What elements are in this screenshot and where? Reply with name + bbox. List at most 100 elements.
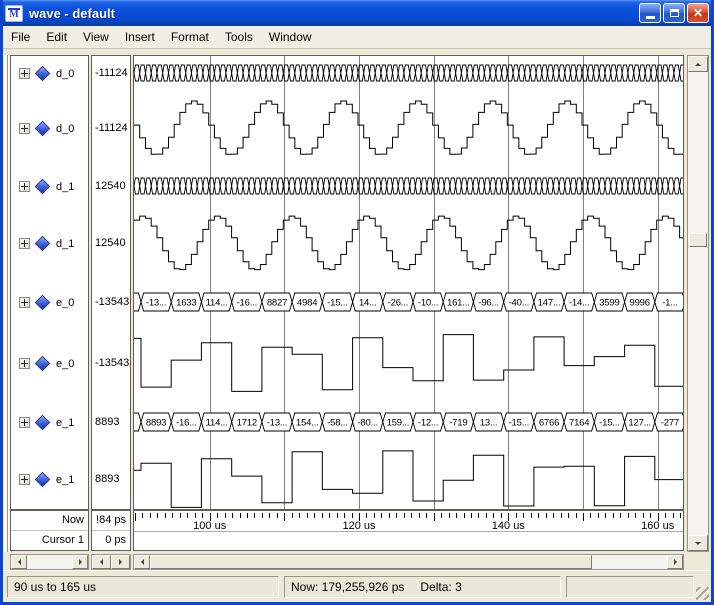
values-horizontal-scrollbar[interactable] [91, 554, 131, 570]
resize-grip-icon[interactable] [696, 587, 709, 600]
now-value: !84 ps [92, 511, 130, 530]
ruler-label: 100 us [193, 520, 227, 532]
bus-value-label: 114... [206, 418, 228, 429]
vertical-scrollbar[interactable] [687, 55, 709, 552]
bus-value-label: 161... [447, 298, 470, 309]
vertical-scroll-track[interactable] [688, 72, 708, 535]
cursor1-label[interactable]: Cursor 1 [11, 531, 88, 550]
signal-row-e_0[interactable]: e_0 [11, 355, 88, 372]
signal-row-d_0[interactable]: d_0 [11, 65, 88, 82]
bus-value-label: 7164 [569, 418, 589, 429]
signal-diamond-icon [35, 472, 51, 488]
arrow-right-icon [79, 559, 82, 565]
wave-horizontal-scrollbar[interactable] [133, 554, 684, 570]
modelsim-window-icon[interactable]: M [5, 5, 23, 22]
maximize-button[interactable] [663, 3, 685, 23]
signal-row-d_0[interactable]: d_0 [11, 120, 88, 137]
horizontal-scroll-thumb[interactable] [150, 555, 592, 569]
scroll-down-button[interactable] [688, 535, 708, 551]
signal-value: 8893 [92, 414, 130, 431]
menu-item-file[interactable]: File [3, 27, 38, 47]
titlebar[interactable]: M wave - default ✕ [0, 0, 714, 26]
menu-item-insert[interactable]: Insert [117, 27, 163, 47]
status-empty-panel [566, 576, 694, 598]
scroll-right-button[interactable] [667, 555, 683, 569]
signal-names-pane[interactable]: d_0 d_0 d_1 d_1 e_0 e_0 e_1 e_1 [10, 55, 89, 510]
bus-value-label: 1712 [237, 418, 257, 429]
signal-value: 8893 [92, 471, 130, 488]
timeline-ruler-box[interactable]: 100 us120 us140 us160 us [133, 510, 684, 551]
cursor1-value: 0 ps [92, 531, 130, 550]
scroll-track[interactable] [27, 555, 72, 569]
status-now: Now: 179,255,926 ps [291, 580, 404, 594]
expand-plus-icon[interactable] [19, 297, 30, 308]
menu-item-format[interactable]: Format [163, 27, 217, 47]
ruler-label: 160 us [641, 520, 675, 532]
expand-plus-icon[interactable] [19, 417, 30, 428]
window-title: wave - default [29, 6, 637, 21]
signal-name: d_1 [56, 238, 74, 250]
signal-diamond-icon [35, 121, 51, 137]
signal-row-d_1[interactable]: d_1 [11, 235, 88, 252]
expand-plus-icon[interactable] [19, 474, 30, 485]
expand-plus-icon[interactable] [19, 181, 30, 192]
scroll-right-button[interactable] [111, 555, 130, 569]
expand-plus-icon[interactable] [19, 68, 30, 79]
bus-value-box [134, 293, 141, 311]
signal-row-e_0[interactable]: e_0 [11, 294, 88, 311]
scroll-up-button[interactable] [688, 56, 708, 72]
scroll-left-button[interactable] [134, 555, 150, 569]
bus-value-label: 159... [387, 418, 410, 429]
timeline-ruler[interactable]: 100 us120 us140 us160 us [134, 511, 683, 550]
menu-item-tools[interactable]: Tools [217, 27, 261, 47]
arrow-right-icon [674, 559, 677, 565]
vertical-scroll-thumb[interactable] [689, 233, 707, 247]
signal-value: -13543 [92, 294, 130, 311]
bus-value-label: -96... [478, 298, 498, 309]
signal-row-e_1[interactable]: e_1 [11, 471, 88, 488]
bus-value-label: 3599 [599, 298, 619, 309]
expand-plus-icon[interactable] [19, 358, 30, 369]
client-area: d_0d_0d_1d_1e_0e_0e_1e_1 -11124-11124125… [3, 49, 711, 570]
bus-value-label: -58... [327, 418, 347, 429]
names-horizontal-scrollbar[interactable] [10, 554, 89, 570]
bus-value-label: -15... [509, 418, 529, 429]
dense-bus-wave [134, 178, 683, 194]
analog-sine-wave [134, 101, 683, 154]
scroll-track[interactable] [592, 555, 667, 569]
signal-diamond-icon [35, 295, 51, 311]
close-button[interactable]: ✕ [687, 3, 709, 23]
expand-plus-icon[interactable] [19, 123, 30, 134]
menu-item-edit[interactable]: Edit [38, 27, 75, 47]
status-now-delta: Now: 179,255,926 ps Delta: 3 [284, 576, 561, 598]
menu-item-window[interactable]: Window [261, 27, 320, 47]
ruler-label: 120 us [342, 520, 376, 532]
signal-row-e_1[interactable]: e_1 [11, 414, 88, 431]
scroll-left-button[interactable] [11, 555, 27, 569]
cursor-names-box: Now Cursor 1 [10, 510, 89, 551]
maximize-icon [670, 9, 679, 17]
signal-diamond-icon [35, 356, 51, 372]
menu-item-view[interactable]: View [75, 27, 117, 47]
waveform-pane[interactable]: -13...1633114...-16...88274984-15...14..… [133, 55, 684, 510]
signal-value: -13543 [92, 355, 130, 372]
bus-value-label: -15... [327, 298, 347, 309]
signal-value: -11124 [92, 120, 130, 137]
signal-name: d_0 [56, 123, 74, 135]
signal-row-d_1[interactable]: d_1 [11, 178, 88, 195]
bus-value-label: -14... [569, 298, 589, 309]
status-range: 90 us to 165 us [7, 576, 279, 598]
scroll-right-button[interactable] [72, 555, 88, 569]
bus-value-label: 1633 [176, 298, 196, 309]
signal-values-pane[interactable]: -11124-111241254012540-13543-13543889388… [91, 55, 131, 510]
minimize-icon [646, 16, 655, 19]
expand-plus-icon[interactable] [19, 238, 30, 249]
bus-value-label: -13... [267, 418, 287, 429]
waveform-canvas[interactable]: -13...1633114...-16...88274984-15...14..… [134, 56, 683, 509]
bus-value-label: -277 [661, 418, 679, 429]
arrow-right-icon [119, 559, 122, 565]
status-delta: Delta: 3 [420, 580, 461, 594]
bus-value-label: -16... [176, 418, 196, 429]
scroll-left-button[interactable] [92, 555, 111, 569]
minimize-button[interactable] [639, 3, 661, 23]
